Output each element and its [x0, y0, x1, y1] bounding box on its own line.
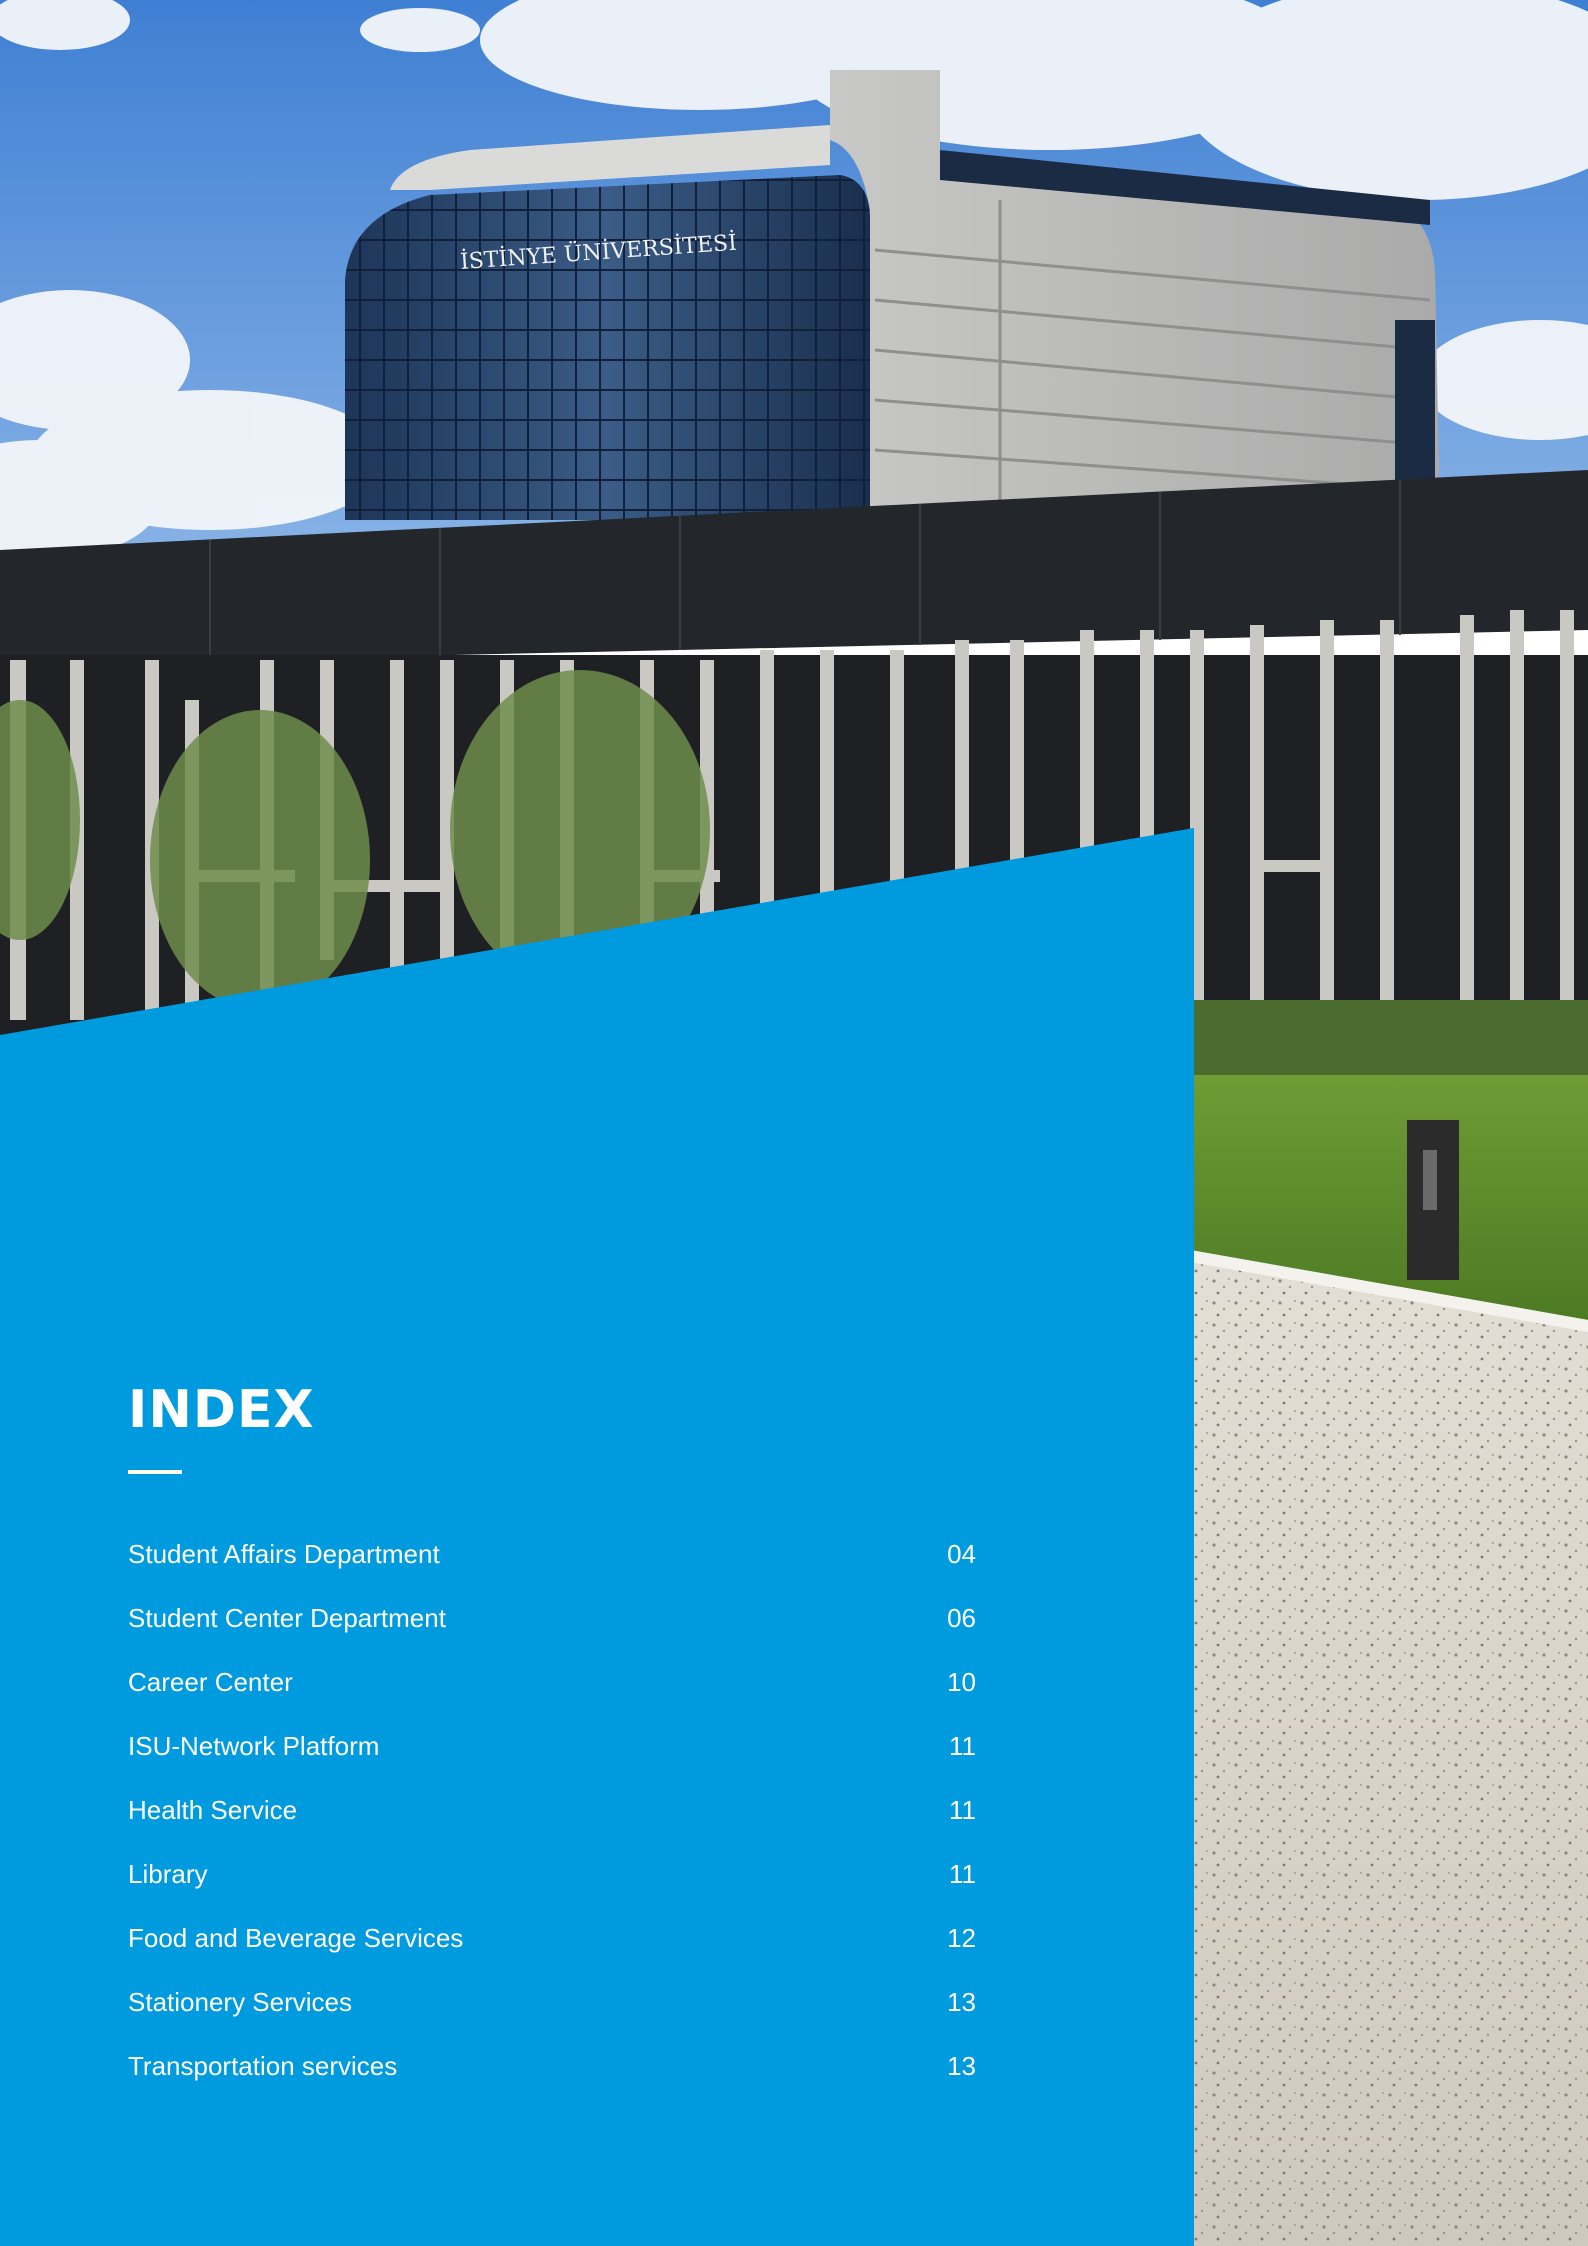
- toc-label: Student Center Department: [128, 1602, 446, 1633]
- toc-entry[interactable]: Student Affairs Department 04: [128, 1522, 976, 1586]
- toc-page-number: 13: [947, 1986, 976, 2017]
- toc-page-number: 06: [947, 1602, 976, 1633]
- toc-page-number: 13: [947, 2050, 976, 2081]
- toc-label: Transportation services: [128, 2050, 398, 2081]
- toc-label: Career Center: [128, 1666, 293, 1697]
- toc-page-number: 11: [949, 1858, 976, 1889]
- toc-label: Student Affairs Department: [128, 1538, 440, 1569]
- toc-label: Health Service: [128, 1794, 298, 1825]
- toc-entry[interactable]: Stationery Services 13: [128, 1970, 976, 2034]
- toc-entry[interactable]: Food and Beverage Services 12: [128, 1906, 976, 1970]
- table-of-contents: Student Affairs Department 04 Student Ce…: [128, 1522, 976, 2098]
- toc-entry[interactable]: Career Center 10: [128, 1650, 976, 1714]
- toc-page-number: 11: [949, 1730, 976, 1761]
- toc-entry[interactable]: Transportation services 13: [128, 2034, 976, 2098]
- hedge: [1180, 1000, 1588, 1080]
- toc-entry[interactable]: Student Center Department 06: [128, 1586, 976, 1650]
- cover-page: İSTİNYE ÜNİVERSİTESİ INDEX Student Affai…: [0, 0, 1588, 2246]
- toc-entry[interactable]: Health Service 11: [128, 1778, 976, 1842]
- toc-page-number: 12: [947, 1922, 976, 1953]
- title-underline: [128, 1470, 182, 1474]
- toc-label: ISU-Network Platform: [128, 1730, 380, 1761]
- toc-entry[interactable]: ISU-Network Platform 11: [128, 1714, 976, 1778]
- toc-label: Stationery Services: [128, 1986, 352, 2017]
- toc-page-number: 11: [949, 1794, 976, 1825]
- toc-page-number: 04: [947, 1538, 976, 1569]
- toc-label: Food and Beverage Services: [128, 1922, 464, 1953]
- toc-page-number: 10: [947, 1666, 976, 1697]
- index-title: INDEX: [128, 1380, 315, 1440]
- toc-entry[interactable]: Library 11: [128, 1842, 976, 1906]
- toc-label: Library: [128, 1858, 208, 1889]
